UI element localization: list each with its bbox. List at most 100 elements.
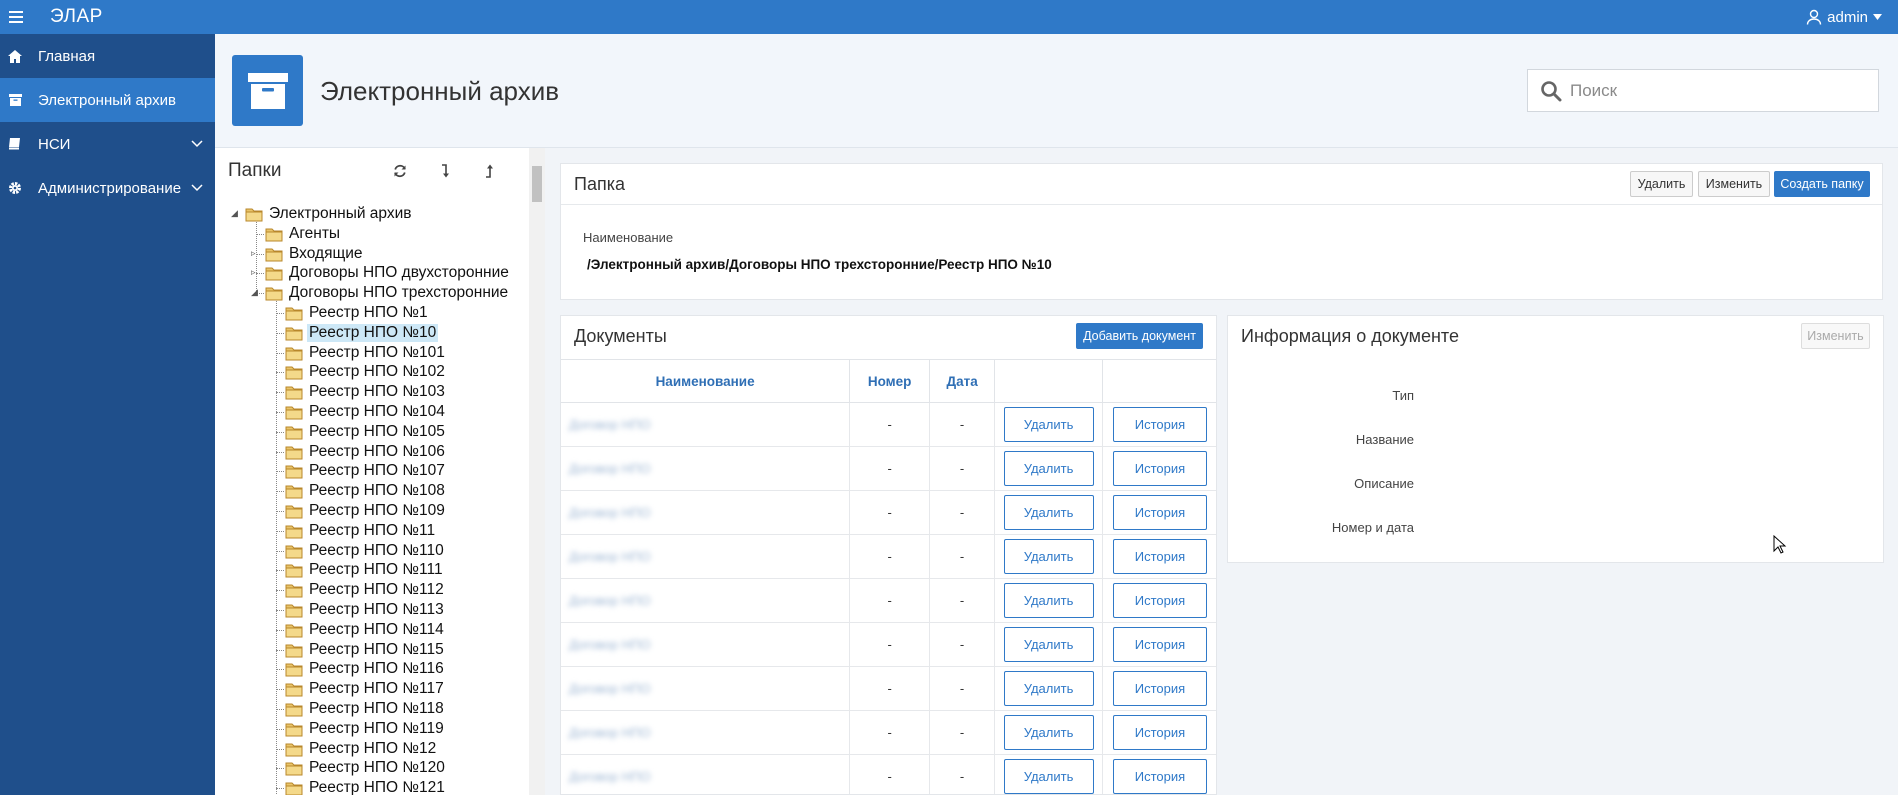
document-history-button[interactable]: История (1113, 715, 1207, 750)
delete-folder-button[interactable]: Удалить (1630, 171, 1693, 197)
delete-document-button[interactable]: Удалить (1003, 539, 1094, 574)
collapse-all-icon[interactable] (479, 161, 499, 181)
tree-node[interactable]: Реестр НПО №103 (285, 382, 447, 402)
tree-node[interactable]: Входящие (265, 244, 365, 264)
tree-node[interactable]: Реестр НПО №110 (285, 541, 446, 561)
edit-folder-button[interactable]: Изменить (1698, 171, 1770, 197)
delete-document-button[interactable]: Удалить (1003, 451, 1094, 486)
document-history-button[interactable]: История (1113, 671, 1207, 706)
edit-document-button[interactable]: Изменить (1801, 323, 1870, 349)
delete-document-button[interactable]: Удалить (1003, 715, 1094, 750)
delete-document-button[interactable]: Удалить (1003, 759, 1094, 794)
document-name-cell[interactable]: Договор НПО (561, 666, 851, 711)
document-name[interactable]: Договор НПО (569, 549, 651, 564)
column-header-date[interactable]: Дата (929, 359, 996, 403)
tree-node[interactable]: Реестр НПО №101 (285, 343, 447, 363)
document-name-cell[interactable]: Договор НПО (561, 402, 851, 447)
tree-node[interactable]: Реестр НПО №111 (285, 560, 445, 580)
refresh-icon[interactable] (390, 161, 410, 181)
document-history-button[interactable]: История (1113, 627, 1207, 662)
sidebar-item-admin[interactable]: Администрирование (0, 166, 215, 210)
document-name-cell[interactable]: Договор НПО (561, 490, 851, 535)
table-row[interactable]: Договор НПО - - Удалить История (561, 622, 1216, 667)
sidebar-item-home[interactable]: Главная (0, 34, 215, 78)
table-row[interactable]: Договор НПО - - Удалить История (561, 754, 1216, 794)
tree-scrollbar[interactable] (529, 148, 545, 795)
tree-node[interactable]: Реестр НПО №10 (285, 323, 439, 343)
tree-node[interactable]: Агенты (265, 224, 342, 244)
tree-node[interactable]: Реестр НПО №121 (285, 778, 447, 795)
tree-node[interactable]: Реестр НПО №12 (285, 739, 438, 759)
column-header-number[interactable]: Номер (849, 359, 931, 403)
tree-node[interactable]: Реестр НПО №118 (285, 699, 446, 719)
tree-node[interactable]: Электронный архив (245, 204, 414, 224)
scrollbar-thumb[interactable] (532, 166, 542, 202)
tree-node[interactable]: Реестр НПО №1 (285, 303, 430, 323)
tree-node[interactable]: Реестр НПО №105 (285, 422, 447, 442)
document-name[interactable]: Договор НПО (569, 461, 651, 476)
table-row[interactable]: Договор НПО - - Удалить История (561, 578, 1216, 623)
document-name[interactable]: Договор НПО (569, 681, 651, 696)
tree-node[interactable]: Реестр НПО №117 (285, 679, 446, 699)
document-name[interactable]: Договор НПО (569, 417, 651, 432)
tree-node[interactable]: Реестр НПО №116 (285, 659, 446, 679)
tree-node[interactable]: Договоры НПО двухсторонние (265, 263, 511, 283)
tree-node[interactable]: Реестр НПО №113 (285, 600, 446, 620)
tree-node[interactable]: Договоры НПО трехсторонние (265, 283, 510, 303)
table-row[interactable]: Договор НПО - - Удалить История (561, 534, 1216, 579)
document-name-cell[interactable]: Договор НПО (561, 622, 851, 667)
tree-node[interactable]: Реестр НПО №108 (285, 481, 447, 501)
document-name[interactable]: Договор НПО (569, 637, 651, 652)
tree-node[interactable]: Реестр НПО №112 (285, 580, 446, 600)
delete-document-button[interactable]: Удалить (1003, 495, 1094, 530)
delete-document-button[interactable]: Удалить (1003, 627, 1094, 662)
tree-node[interactable]: Реестр НПО №102 (285, 362, 447, 382)
create-folder-button[interactable]: Создать папку (1774, 171, 1870, 197)
tree-collapsed-arrow-icon[interactable]: ▹ (251, 268, 260, 277)
tree-node[interactable]: Реестр НПО №109 (285, 501, 447, 521)
expand-all-icon[interactable] (435, 161, 455, 181)
tree-collapsed-arrow-icon[interactable]: ▹ (251, 249, 260, 258)
document-history-button[interactable]: История (1113, 407, 1207, 442)
document-history-button[interactable]: История (1113, 539, 1207, 574)
document-name-cell[interactable]: Договор НПО (561, 754, 851, 794)
tree-node[interactable]: Реестр НПО №104 (285, 402, 447, 422)
tree-node[interactable]: Реестр НПО №119 (285, 719, 446, 739)
user-menu[interactable]: admin (1806, 0, 1882, 34)
delete-document-button[interactable]: Удалить (1003, 671, 1094, 706)
table-row[interactable]: Договор НПО - - Удалить История (561, 666, 1216, 711)
document-name[interactable]: Договор НПО (569, 505, 651, 520)
document-name-cell[interactable]: Договор НПО (561, 446, 851, 491)
tree-node[interactable]: Реестр НПО №114 (285, 620, 446, 640)
menu-toggle-icon[interactable] (0, 0, 32, 34)
tree-node[interactable]: Реестр НПО №120 (285, 758, 447, 778)
table-row[interactable]: Договор НПО - - Удалить История (561, 402, 1216, 447)
delete-document-button[interactable]: Удалить (1003, 407, 1094, 442)
add-document-button[interactable]: Добавить документ (1076, 323, 1203, 349)
tree-expand-arrow-icon[interactable]: ◢ (251, 288, 260, 297)
tree-expand-arrow-icon[interactable]: ◢ (231, 209, 240, 218)
sidebar-item-nsi[interactable]: НСИ (0, 122, 215, 166)
document-name[interactable]: Договор НПО (569, 725, 651, 740)
sidebar-item-archive[interactable]: Электронный архив (0, 78, 215, 122)
search-box[interactable] (1527, 69, 1879, 112)
document-name-cell[interactable]: Договор НПО (561, 710, 851, 755)
document-history-button[interactable]: История (1113, 495, 1207, 530)
table-row[interactable]: Договор НПО - - Удалить История (561, 490, 1216, 535)
delete-document-button[interactable]: Удалить (1003, 583, 1094, 618)
document-name[interactable]: Договор НПО (569, 593, 651, 608)
document-name[interactable]: Договор НПО (569, 769, 651, 784)
tree-node[interactable]: Реестр НПО №11 (285, 521, 437, 541)
document-history-button[interactable]: История (1113, 759, 1207, 794)
table-row[interactable]: Договор НПО - - Удалить История (561, 710, 1216, 755)
tree-node[interactable]: Реестр НПО №115 (285, 640, 446, 660)
table-row[interactable]: Договор НПО - - Удалить История (561, 446, 1216, 491)
document-name-cell[interactable]: Договор НПО (561, 578, 851, 623)
document-history-button[interactable]: История (1113, 451, 1207, 486)
column-header-name[interactable]: Наименование (561, 359, 851, 403)
search-input[interactable] (1570, 80, 1870, 101)
tree-node[interactable]: Реестр НПО №106 (285, 442, 447, 462)
document-name-cell[interactable]: Договор НПО (561, 534, 851, 579)
document-history-button[interactable]: История (1113, 583, 1207, 618)
tree-node[interactable]: Реестр НПО №107 (285, 461, 447, 481)
